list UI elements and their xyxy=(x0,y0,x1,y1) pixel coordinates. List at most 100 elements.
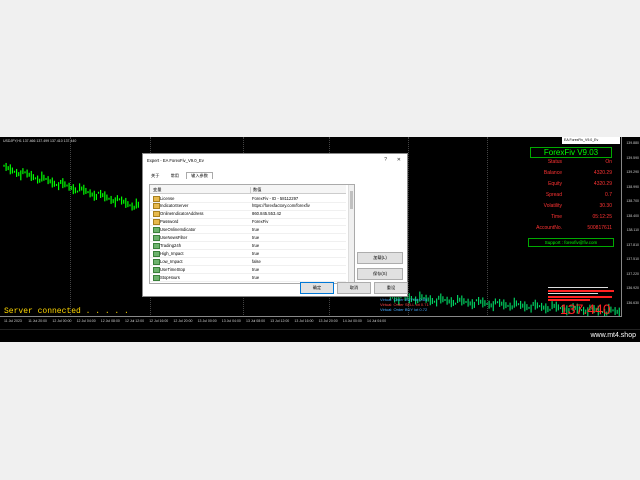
panel-row-label: Spread xyxy=(545,192,562,198)
string-param-icon xyxy=(153,203,160,210)
panel-row-value: 0.7 xyxy=(605,192,612,198)
param-name: OnlineIndicatorAddress xyxy=(160,211,204,217)
time-tick-label: 12 Jul 12:00 xyxy=(125,319,145,323)
bool-param-icon xyxy=(153,274,160,281)
bar xyxy=(548,287,608,288)
bool-param-icon xyxy=(153,235,160,241)
panel-row: Equity 4320.29 xyxy=(522,181,614,189)
save-button[interactable]: 保存(S) xyxy=(357,268,403,280)
time-tick-label: 13 Jul 00:00 xyxy=(197,319,217,323)
time-tick-label: 14 Jul 00:00 xyxy=(342,319,362,323)
param-name: IndicatorServer xyxy=(160,203,189,209)
header-value[interactable]: 数值 xyxy=(250,186,261,193)
bool-param-icon xyxy=(153,250,160,257)
panel-row-label: Volatility xyxy=(543,203,562,209)
panel-row-value: 4320.29 xyxy=(593,181,612,187)
dialog-title: Expert - EA ForexFiv_V9.0_Ev xyxy=(147,158,204,163)
panel-row-label: Equity xyxy=(548,181,562,187)
param-value[interactable]: https://forexfactory.com/forexfiv xyxy=(252,203,310,208)
table-scrollbar[interactable] xyxy=(348,185,354,283)
current-price: 137.440 xyxy=(560,301,611,317)
panel-row-value: 05:12:25 xyxy=(592,214,612,220)
param-name: High_Impact xyxy=(160,250,184,256)
price-tick-label: 139.290 xyxy=(626,170,639,174)
price-tick-label: 138.400 xyxy=(626,213,639,218)
panel-row-label: Balance xyxy=(543,170,562,176)
panel-row-label: AccountNo. xyxy=(536,225,562,231)
support-label: Support : forexfiv@fiv.com xyxy=(528,238,614,247)
bool-param-icon xyxy=(153,227,160,234)
param-value[interactable]: true xyxy=(252,235,259,240)
price-tick-label: 138.990 xyxy=(626,184,639,189)
ok-button[interactable]: 确定 xyxy=(300,282,334,294)
price-tick-label: 136.630 xyxy=(626,300,639,305)
time-axis: 11 Jul 2023 11 Jul 20:00 12 Jul 00:00 12 Ju… xyxy=(0,316,622,329)
dialog-tabs: 关于 常用 输入参数 xyxy=(147,172,215,180)
bool-param-icon xyxy=(153,266,160,273)
panel-row: Volatility 30.30 xyxy=(522,203,614,211)
bar xyxy=(548,293,598,294)
scroll-thumb[interactable] xyxy=(350,191,353,209)
tab-common[interactable]: 常用 xyxy=(167,173,183,179)
cancel-button[interactable]: 取消 xyxy=(337,282,371,294)
param-value[interactable]: true xyxy=(252,267,259,272)
string-param-icon xyxy=(153,211,160,218)
price-tick-label: 138.110 xyxy=(626,228,639,232)
time-tick-label: 13 Jul 16:00 xyxy=(294,319,314,323)
time-tick-label: 12 Jul 20:00 xyxy=(173,319,193,323)
panel-row: Status On xyxy=(522,159,614,167)
param-name: Password xyxy=(160,219,179,225)
load-button[interactable]: 加载(L) xyxy=(357,252,403,264)
price-axis: 139.880 139.590 139.290 138.990 138.700 138.4… xyxy=(621,137,640,317)
help-icon[interactable]: ? xyxy=(384,157,387,163)
expert-tab-label: EA ForexFiv_V9.0_Ev xyxy=(562,137,620,144)
price-tick-label: 137.810 xyxy=(626,242,639,247)
param-name: License xyxy=(160,195,175,201)
bool-param-icon xyxy=(153,258,160,265)
inputs-table[interactable]: 变量 数值 License ForexFiv - ID - 58112297 Ind… xyxy=(149,184,355,284)
panel-row: Spread 0.7 xyxy=(522,192,614,200)
param-name: StopHours xyxy=(160,274,180,280)
time-tick-label: 12 Jul 00:00 xyxy=(52,319,72,323)
reset-button[interactable]: 重设 xyxy=(374,282,408,294)
param-value[interactable]: true xyxy=(252,227,259,232)
param-value[interactable]: true xyxy=(252,243,259,248)
bool-param-icon xyxy=(153,242,160,249)
server-status: Server connected . . . . . xyxy=(4,307,129,316)
param-name: UseTimeStop xyxy=(160,266,186,272)
param-value[interactable]: ForexFiv - ID - 58112297 xyxy=(252,196,298,201)
bar xyxy=(548,296,612,298)
bar xyxy=(548,290,614,292)
trade-log: Virtual: Order BUY lot 0.85 Virtual: Orde… xyxy=(380,297,429,312)
price-tick-label: 137.510 xyxy=(626,257,639,261)
tab-about[interactable]: 关于 xyxy=(147,173,163,179)
panel-row: Time 05:12:25 xyxy=(522,214,614,222)
param-value[interactable]: ForexFiv xyxy=(252,219,268,224)
time-tick-label: 14 Jul 04:00 xyxy=(367,319,387,323)
tab-inputs[interactable]: 输入参数 xyxy=(186,172,213,179)
close-icon[interactable]: ✕ xyxy=(397,157,401,163)
panel-row: AccountNo. 500817611 xyxy=(522,225,614,233)
param-value[interactable]: true xyxy=(252,251,259,256)
param-value[interactable]: 860.845.553.42 xyxy=(252,211,281,216)
param-value[interactable]: false xyxy=(252,259,261,264)
header-variable[interactable]: 变量 xyxy=(153,187,161,193)
time-tick-label: 13 Jul 04:00 xyxy=(221,319,241,323)
ea-info-panel: ForexFiv V9.03 Status On Balance 4320.29 Equ… xyxy=(522,145,618,247)
price-tick-label: 137.220 xyxy=(626,271,639,276)
panel-row: Balance 4320.29 xyxy=(522,170,614,178)
price-tick-label: 139.880 xyxy=(626,141,639,145)
panel-row-label: Time xyxy=(551,214,562,220)
time-tick-label: 13 Jul 20:00 xyxy=(318,319,338,323)
table-row[interactable]: StopHours true xyxy=(150,273,346,282)
param-value[interactable]: true xyxy=(252,275,259,280)
price-tick-label: 138.700 xyxy=(626,199,639,203)
time-tick-label: 11 Jul 20:00 xyxy=(28,319,47,323)
time-tick-label: 12 Jul 04:00 xyxy=(76,319,96,323)
brand-text: www.mt4.shop xyxy=(590,332,636,339)
panel-row-value: 500817611 xyxy=(587,225,612,231)
bottom-bar: www.mt4.shop xyxy=(0,329,640,342)
panel-row-value: 4320.29 xyxy=(593,170,612,176)
param-name: UseNewsFilter xyxy=(160,235,188,240)
time-tick-label: 13 Jul 08:00 xyxy=(246,319,266,323)
